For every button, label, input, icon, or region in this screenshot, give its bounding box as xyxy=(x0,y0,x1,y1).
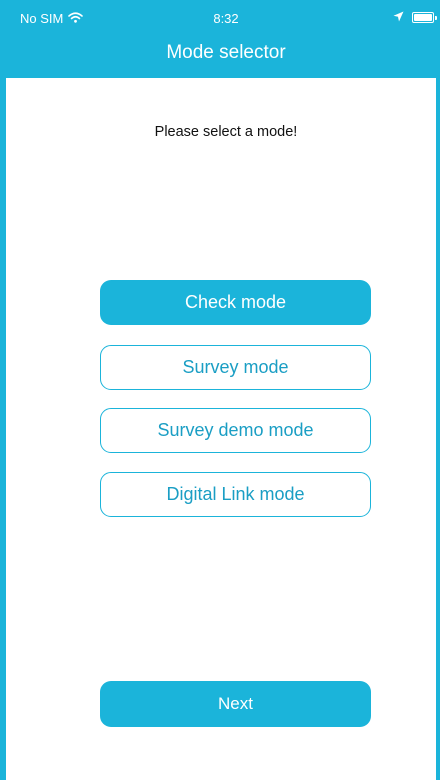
check-mode-button[interactable]: Check mode xyxy=(100,280,371,325)
header-bar: No SIM 8:32 Mode selector xyxy=(6,0,440,78)
status-bar: No SIM 8:32 xyxy=(6,0,440,36)
next-button[interactable]: Next xyxy=(100,681,371,727)
status-right xyxy=(393,10,437,25)
digital-link-mode-button[interactable]: Digital Link mode xyxy=(100,472,371,517)
page-title: Mode selector xyxy=(166,42,286,63)
status-time: 8:32 xyxy=(213,11,239,26)
survey-mode-button[interactable]: Survey mode xyxy=(100,345,371,390)
survey-demo-mode-button[interactable]: Survey demo mode xyxy=(100,408,371,453)
app-frame: No SIM 8:32 Mode selector Please select … xyxy=(0,0,440,780)
battery-icon xyxy=(412,12,437,23)
location-arrow-icon xyxy=(393,10,404,25)
mode-prompt: Please select a mode! xyxy=(154,124,298,140)
